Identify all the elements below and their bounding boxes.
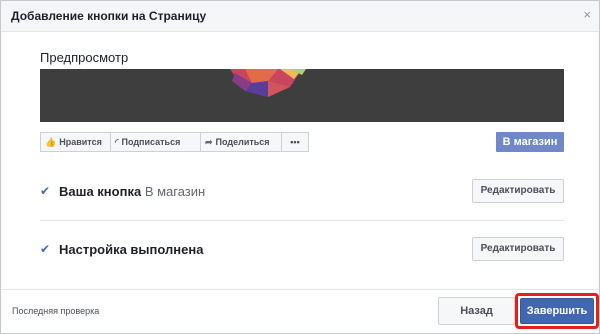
cover-image [40,69,564,122]
rss-icon: ◜ [115,137,119,147]
more-button[interactable]: ••• [281,132,309,152]
page-action-bar: 👍 Нравится ◜ Подписаться ➦ Поделиться ••• В… [40,132,564,152]
dialog-title: Добавление кнопки на Страницу [11,9,207,23]
preview-title: Предпросмотр [40,50,129,65]
finish-button[interactable]: Завершить [520,298,594,324]
follow-button[interactable]: ◜ Подписаться [110,132,201,152]
finish-highlight: Завершить [515,293,599,329]
checkmark-icon: ✔ [40,242,51,256]
edit-button[interactable]: Редактировать [472,237,564,261]
add-button-dialog: Добавление кнопки на Страницу × Предпрос… [0,0,600,334]
step-your-button: ✔ Ваша кнопка В магазин Редактировать [40,177,564,205]
share-arrow-icon: ➦ [205,137,213,147]
close-icon[interactable]: × [583,7,591,22]
checkmark-icon: ✔ [40,184,51,198]
more-icon: ••• [290,137,300,147]
dialog-header: Добавление кнопки на Страницу × [1,1,599,32]
last-check-link[interactable]: Последняя проверка [12,306,99,316]
cover-art [230,69,306,97]
share-label: Поделиться [215,137,270,147]
like-label: Нравится [59,137,102,147]
share-button[interactable]: ➦ Поделиться [200,132,282,152]
step-label: Настройка выполнена [59,242,203,257]
footer-divider [1,289,599,290]
like-button[interactable]: 👍 Нравится [40,132,111,152]
step-setup-done: ✔ Настройка выполнена Редактировать [40,237,564,265]
edit-button[interactable]: Редактировать [472,179,564,203]
follow-label: Подписаться [121,137,181,147]
step-value: В магазин [144,184,206,199]
back-button[interactable]: Назад [438,297,515,325]
step-title: Ваша кнопка [59,184,142,199]
step-title: Настройка выполнена [59,242,204,257]
thumbs-up-icon: 👍 [45,137,57,147]
step-label: Ваша кнопка В магазин [59,184,205,199]
shop-button-preview[interactable]: В магазин [496,132,564,152]
divider [40,220,564,221]
